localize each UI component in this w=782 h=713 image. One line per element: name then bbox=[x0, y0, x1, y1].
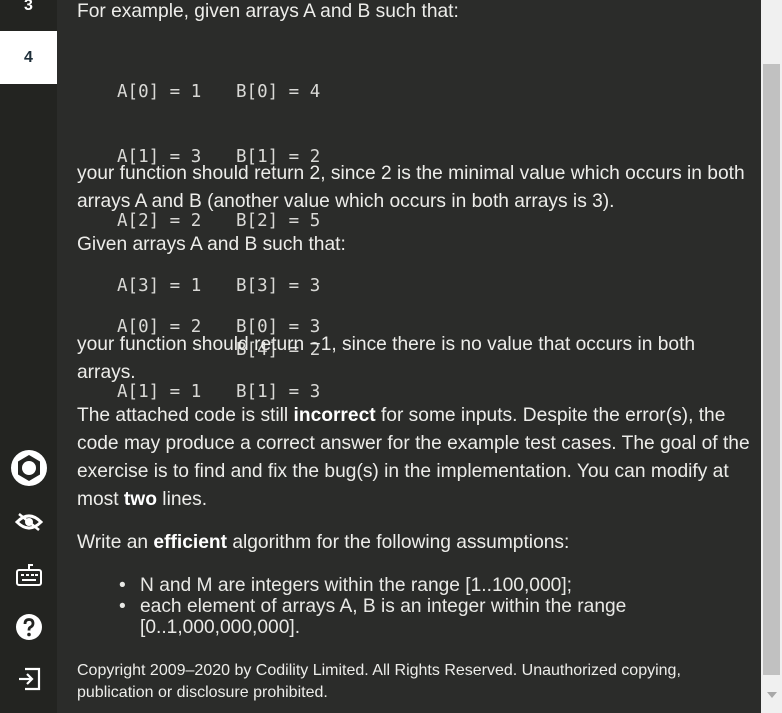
efficiency-text: Write an bbox=[77, 532, 154, 553]
efficiency-note: Write an efficient algorithm for the fol… bbox=[77, 529, 757, 557]
bug-note: The attached code is still incorrect for… bbox=[77, 402, 757, 514]
scrollbar-thumb[interactable] bbox=[763, 64, 780, 675]
bug-note-emphasis: incorrect bbox=[293, 405, 376, 426]
example1-intro: For example, given arrays A and B such t… bbox=[77, 1, 459, 22]
list-item: each element of arrays A, B is an intege… bbox=[115, 596, 725, 638]
bug-note-emphasis: two bbox=[123, 489, 157, 510]
help-icon[interactable] bbox=[0, 607, 57, 647]
code-line: A[0] = 1 bbox=[117, 82, 202, 102]
step-3-button[interactable]: 3 bbox=[0, 0, 57, 22]
efficiency-text: algorithm for the following assumptions: bbox=[227, 532, 570, 553]
vertical-scrollbar[interactable] bbox=[761, 0, 782, 713]
settings-icon[interactable] bbox=[0, 448, 57, 488]
copyright-notice: Copyright 2009–2020 by Codility Limited.… bbox=[77, 662, 681, 701]
efficiency-emphasis: efficient bbox=[153, 532, 227, 553]
example2-intro: Given arrays A and B such that: bbox=[77, 234, 346, 255]
sidebar: 3 4 bbox=[0, 0, 57, 713]
bug-note-text: lines. bbox=[156, 489, 208, 510]
code-line: B[0] = 4 bbox=[236, 82, 321, 102]
bug-note-text: The attached code is still bbox=[77, 405, 294, 426]
keyboard-icon[interactable] bbox=[0, 555, 57, 595]
task-description: For example, given arrays A and B such t… bbox=[77, 0, 761, 713]
assumptions-list: N and M are integers within the range [1… bbox=[115, 575, 725, 638]
example2-result: your function should return −1, since th… bbox=[77, 334, 696, 383]
visibility-icon[interactable] bbox=[0, 502, 57, 542]
list-item: N and M are integers within the range [1… bbox=[115, 575, 725, 596]
scroll-down-arrow-icon[interactable] bbox=[761, 677, 782, 713]
step-4-button[interactable]: 4 bbox=[0, 31, 57, 84]
example1-result: your function should return 2, since 2 i… bbox=[77, 163, 745, 212]
exit-icon[interactable] bbox=[0, 659, 57, 699]
